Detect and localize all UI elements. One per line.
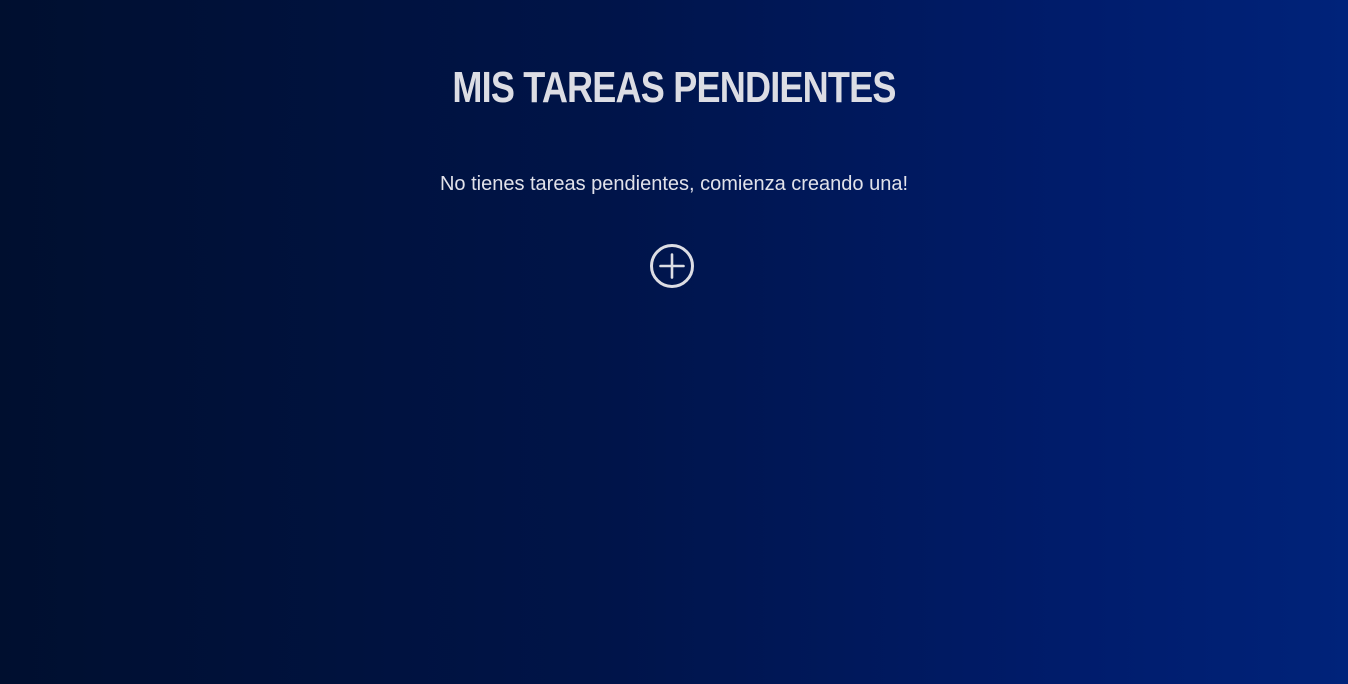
plus-circle-icon [650,244,694,288]
page-title: Mis tareas pendientes [452,63,896,112]
tasks-page: Mis tareas pendientes No tienes tareas p… [0,0,1348,684]
add-task-button[interactable] [649,243,695,289]
empty-state-message: No tienes tareas pendientes, comienza cr… [439,173,909,195]
